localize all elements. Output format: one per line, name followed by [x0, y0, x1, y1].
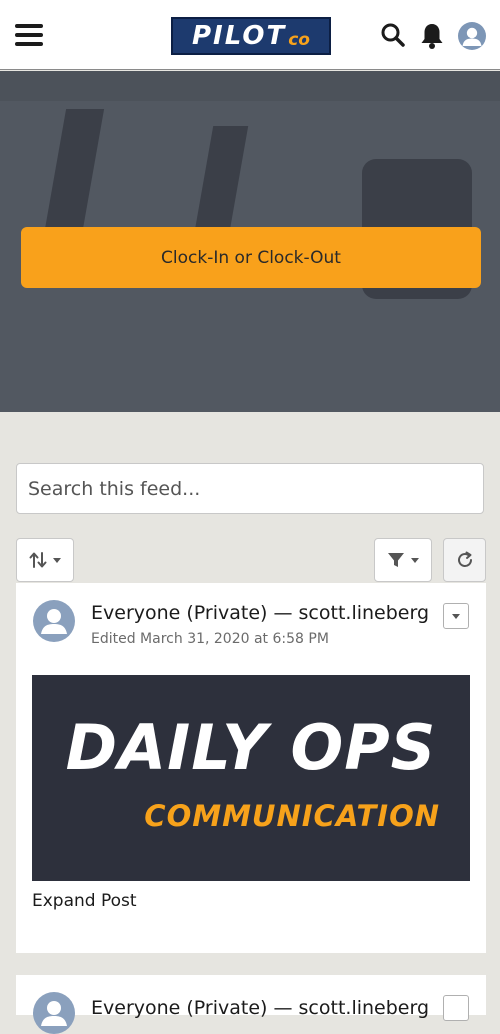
sort-button[interactable]	[16, 538, 74, 582]
feed-post-card: Everyone (Private) — scott.lineberg Edit…	[16, 583, 486, 953]
search-icon[interactable]	[380, 22, 406, 53]
hamburger-menu-icon[interactable]	[15, 24, 43, 46]
feed-post-card: Everyone (Private) — scott.lineberg	[16, 975, 486, 1034]
post-banner-image[interactable]: DAILY OPS COMMUNICATION	[32, 675, 470, 881]
filter-button[interactable]	[374, 538, 432, 582]
banner-title: DAILY OPS	[65, 711, 437, 784]
chevron-down-icon	[53, 557, 61, 563]
banner-subtitle: COMMUNICATION	[144, 799, 440, 833]
refresh-icon	[457, 551, 472, 567]
feed-search-input[interactable]: Search this feed...	[16, 463, 484, 514]
refresh-button[interactable]	[443, 538, 486, 582]
bell-icon[interactable]	[419, 22, 445, 55]
post-actions-button[interactable]	[443, 603, 469, 629]
post-title[interactable]: Everyone (Private) — scott.lineberg	[91, 997, 429, 1019]
hero-background-graphic: GASOLI	[0, 411, 500, 412]
avatar[interactable]	[33, 992, 75, 1034]
filter-funnel-icon	[388, 553, 404, 567]
hero-banner: GASOLI Clock-In or Clock-Out	[0, 71, 500, 412]
pilotco-logo[interactable]: PILOT co	[171, 17, 331, 55]
clock-in-out-button[interactable]: Clock-In or Clock-Out	[21, 227, 481, 288]
chevron-down-icon	[452, 613, 460, 619]
post-title[interactable]: Everyone (Private) — scott.lineberg	[91, 602, 429, 624]
post-actions-button[interactable]	[443, 995, 469, 1021]
sort-arrows-icon	[29, 552, 47, 568]
app-header: PILOT co	[0, 0, 500, 70]
user-avatar-icon[interactable]	[458, 22, 486, 50]
feed-search-placeholder: Search this feed...	[28, 477, 201, 500]
chevron-down-icon	[411, 557, 419, 563]
logo-co-text: co	[288, 30, 310, 50]
avatar[interactable]	[33, 600, 75, 642]
logo-main-text: PILOT	[192, 21, 287, 51]
expand-post-link[interactable]: Expand Post	[32, 891, 137, 911]
post-timestamp[interactable]: Edited March 31, 2020 at 6:58 PM	[91, 631, 329, 647]
